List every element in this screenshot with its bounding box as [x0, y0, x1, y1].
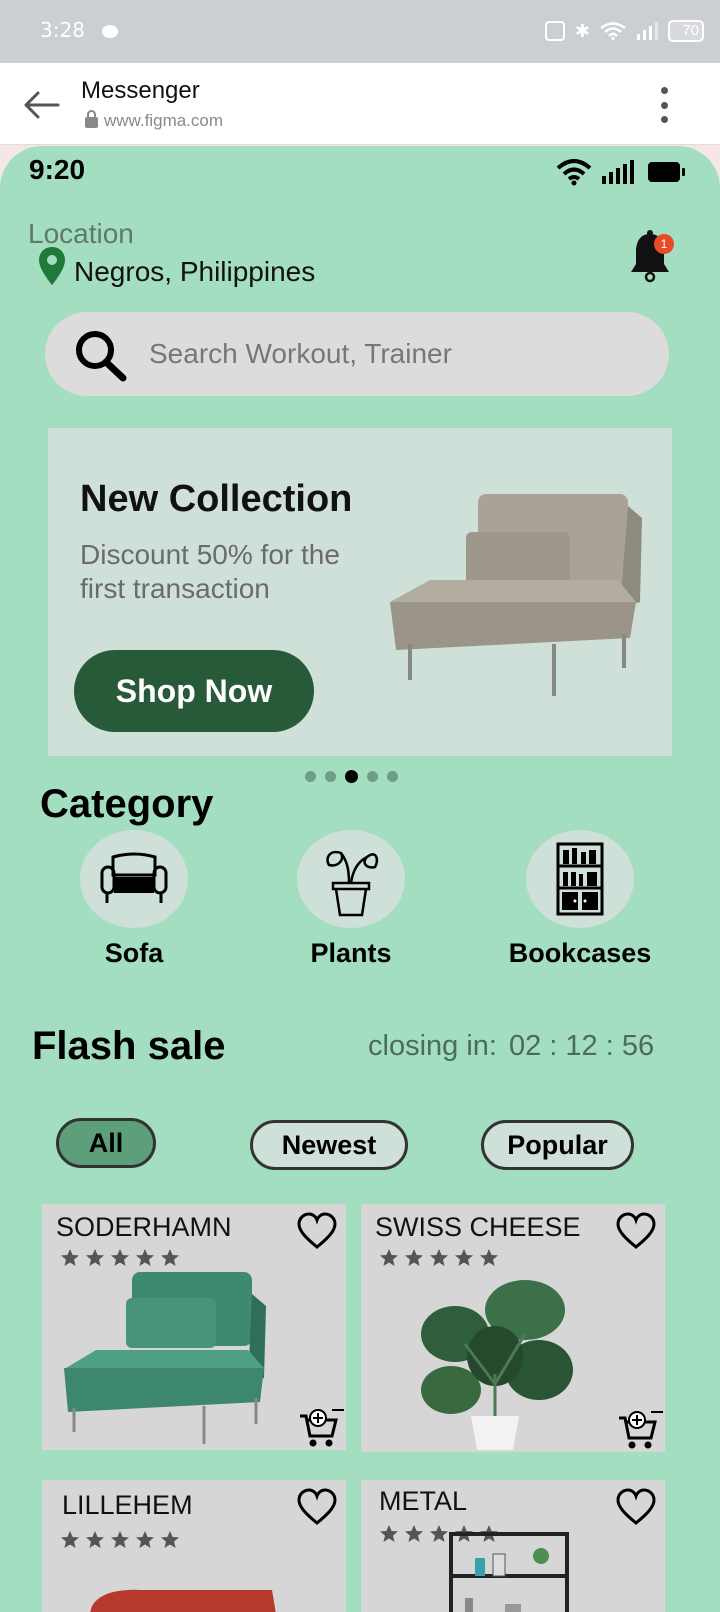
- browser-url: www.figma.com: [85, 110, 224, 131]
- system-status-bar: 3:28 ✱ 70: [0, 0, 720, 63]
- product-name: SWISS CHEESE: [375, 1212, 581, 1242]
- lock-icon: [85, 110, 98, 128]
- battery-level: 70: [668, 20, 704, 42]
- rating-stars: [60, 1530, 180, 1550]
- star-icon: [405, 1249, 423, 1266]
- category-plants[interactable]: Plants: [261, 830, 441, 969]
- browser-title: Messenger: [81, 77, 200, 104]
- category-heading: Category: [40, 782, 214, 826]
- star-icon: [161, 1249, 179, 1266]
- star-icon: [480, 1249, 498, 1266]
- app-status-time: 9:20: [29, 154, 86, 185]
- star-icon: [136, 1249, 154, 1266]
- system-status-icons: ✱ 70: [544, 20, 704, 42]
- armchair-image: [390, 494, 642, 696]
- search-icon[interactable]: [73, 330, 129, 382]
- countdown-time: 02 : 12 : 56: [508, 1030, 655, 1062]
- wifi-icon: [556, 159, 592, 186]
- bluetooth-icon: ✱: [574, 21, 590, 41]
- location-pin-icon: [39, 247, 65, 285]
- category-sofa[interactable]: Sofa: [44, 830, 224, 969]
- product-name: LILLEHEM: [62, 1490, 193, 1520]
- star-icon: [136, 1531, 154, 1548]
- signal-icon: [637, 22, 658, 40]
- product-card[interactable]: SWISS CHEESE: [361, 1204, 665, 1452]
- browser-header: Messenger www.figma.com: [0, 63, 720, 145]
- nfc-icon: [544, 21, 565, 41]
- notification-badge: 1: [654, 234, 674, 254]
- category-label: Sofa: [104, 938, 164, 968]
- plant-icon: [326, 850, 379, 917]
- product-card[interactable]: SODERHAMN: [42, 1204, 346, 1450]
- category-label: Plants: [310, 938, 392, 968]
- star-icon: [455, 1249, 473, 1266]
- filter-chip-popular[interactable]: Popular: [481, 1120, 634, 1170]
- star-icon: [86, 1531, 104, 1548]
- flash-sale-heading: Flash sale: [32, 1024, 226, 1068]
- pagination-dot[interactable]: [345, 770, 358, 783]
- add-to-cart-icon[interactable]: [617, 1408, 665, 1452]
- star-icon: [86, 1249, 104, 1266]
- rating-stars: [60, 1248, 180, 1268]
- star-icon: [111, 1531, 129, 1548]
- star-icon: [405, 1525, 423, 1542]
- metal-shelf-image: [449, 1532, 569, 1612]
- countdown-label: closing in:: [368, 1030, 497, 1062]
- product-card[interactable]: LILLEHEM: [42, 1480, 346, 1612]
- app-screen: 9:20 Location Negros, Philippines 1 Sear…: [0, 146, 720, 1612]
- pagination-dot[interactable]: [325, 771, 336, 782]
- sofa-icon: [100, 852, 168, 903]
- rating-stars: [379, 1248, 499, 1268]
- more-options-icon[interactable]: [658, 87, 670, 123]
- app-status-icons: [556, 158, 685, 186]
- heart-icon[interactable]: [615, 1212, 657, 1250]
- monstera-plant-image: [421, 1280, 573, 1450]
- heart-icon[interactable]: [296, 1212, 338, 1250]
- star-icon: [111, 1249, 129, 1266]
- green-armchair-image: [64, 1272, 266, 1444]
- location-value[interactable]: Negros, Philippines: [74, 256, 315, 288]
- shop-now-button[interactable]: Shop Now: [74, 650, 314, 732]
- banner-pagination: [305, 770, 398, 783]
- star-icon: [61, 1249, 79, 1266]
- countdown: closing in: 02 : 12 : 56: [368, 1030, 654, 1063]
- search-bar[interactable]: [45, 312, 669, 396]
- pagination-dot[interactable]: [367, 771, 378, 782]
- banner-title: New Collection: [80, 478, 353, 520]
- category-bookcases[interactable]: Bookcases: [490, 830, 670, 969]
- signal-icon: [602, 160, 634, 184]
- url-text: www.figma.com: [104, 111, 224, 130]
- star-icon: [380, 1249, 398, 1266]
- pagination-dot[interactable]: [305, 771, 316, 782]
- star-icon: [380, 1525, 398, 1542]
- heart-icon[interactable]: [296, 1488, 338, 1526]
- battery-icon: [648, 162, 685, 182]
- filter-chip-all[interactable]: All: [56, 1118, 156, 1168]
- product-name: SODERHAMN: [56, 1212, 232, 1242]
- filter-chip-newest[interactable]: Newest: [250, 1120, 408, 1170]
- chat-bubble-icon: [102, 25, 118, 38]
- add-to-cart-icon[interactable]: [298, 1406, 346, 1450]
- star-icon: [161, 1531, 179, 1548]
- product-card[interactable]: METAL: [361, 1480, 665, 1612]
- promo-banner[interactable]: New Collection Discount 50% for the firs…: [48, 428, 672, 756]
- pagination-dot[interactable]: [387, 771, 398, 782]
- heart-icon[interactable]: [615, 1488, 657, 1526]
- bookcase-icon: [556, 842, 604, 916]
- product-name: METAL: [379, 1486, 468, 1516]
- banner-subtitle: Discount 50% for the first transaction: [80, 539, 340, 604]
- wifi-icon: [600, 22, 626, 40]
- star-icon: [61, 1531, 79, 1548]
- search-input[interactable]: [149, 336, 629, 372]
- category-label: Bookcases: [508, 938, 652, 968]
- star-icon: [430, 1249, 448, 1266]
- red-sofa-image: [90, 1589, 276, 1612]
- back-arrow-icon[interactable]: [22, 85, 62, 125]
- system-time: 3:28: [40, 18, 85, 42]
